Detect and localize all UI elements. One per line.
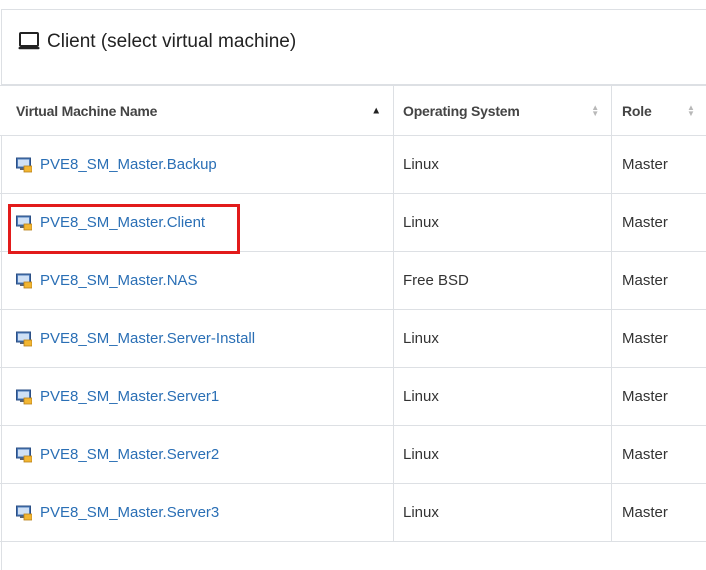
vm-name: PVE8_SM_Master.Client — [40, 214, 206, 231]
virtual-machine-icon — [16, 447, 32, 462]
column-header-vm-name[interactable]: Virtual Machine Name ▲ — [0, 86, 393, 135]
table-row[interactable]: PVE8_SM_Master.Client Linux Master — [0, 194, 706, 252]
vm-name: PVE8_SM_Master.Server1 — [40, 388, 220, 405]
panel-header: Client (select virtual machine) — [2, 10, 706, 85]
vm-name: PVE8_SM_Master.Backup — [40, 156, 217, 173]
virtual-machine-icon — [16, 505, 32, 520]
table-row[interactable]: PVE8_SM_Master.Backup Linux Master — [0, 136, 706, 194]
os-cell: Linux — [393, 310, 611, 367]
role-value: Master — [622, 214, 668, 231]
vm-name: PVE8_SM_Master.Server3 — [40, 504, 220, 521]
role-value: Master — [622, 388, 668, 405]
table-row[interactable]: PVE8_SM_Master.NAS Free BSD Master — [0, 252, 706, 310]
vm-link[interactable]: PVE8_SM_Master.Server3 — [16, 504, 219, 521]
role-value: Master — [622, 504, 668, 521]
role-value: Master — [622, 446, 668, 463]
role-value: Master — [622, 156, 668, 173]
vm-name: PVE8_SM_Master.NAS — [40, 272, 198, 289]
vm-link[interactable]: PVE8_SM_Master.NAS — [16, 272, 198, 289]
column-header-label: Role — [622, 102, 652, 119]
vm-name: PVE8_SM_Master.Server2 — [40, 446, 220, 463]
role-cell: Master — [611, 484, 706, 541]
os-cell: Linux — [393, 368, 611, 425]
role-value: Master — [622, 330, 668, 347]
os-cell: Linux — [393, 136, 611, 193]
vm-name-cell: PVE8_SM_Master.Server3 — [0, 484, 393, 541]
column-header-label: Operating System — [403, 102, 520, 119]
vm-link[interactable]: PVE8_SM_Master.Server-Install — [16, 330, 255, 347]
os-value: Free BSD — [403, 272, 469, 289]
os-cell: Linux — [393, 194, 611, 251]
table-row[interactable]: PVE8_SM_Master.Server1 Linux Master — [0, 368, 706, 426]
sort-both-icon: ▲ ▼ — [591, 102, 599, 118]
os-value: Linux — [403, 388, 439, 405]
vm-link[interactable]: PVE8_SM_Master.Backup — [16, 156, 217, 173]
virtual-machine-icon — [16, 389, 32, 404]
vm-name-cell: PVE8_SM_Master.NAS — [0, 252, 393, 309]
sort-ascending-icon: ▲ — [371, 105, 381, 116]
monitor-icon — [18, 32, 40, 50]
os-cell: Linux — [393, 484, 611, 541]
role-cell: Master — [611, 194, 706, 251]
sort-both-icon: ▲ ▼ — [687, 102, 695, 118]
role-cell: Master — [611, 136, 706, 193]
os-value: Linux — [403, 504, 439, 521]
vm-name-cell: PVE8_SM_Master.Server-Install — [0, 310, 393, 367]
os-value: Linux — [403, 156, 439, 173]
vm-name: PVE8_SM_Master.Server-Install — [40, 330, 256, 347]
os-cell: Free BSD — [393, 252, 611, 309]
vm-name-cell: PVE8_SM_Master.Backup — [0, 136, 393, 193]
column-header-role[interactable]: Role ▲ ▼ — [611, 86, 706, 135]
virtual-machine-icon — [16, 331, 32, 346]
os-value: Linux — [403, 214, 439, 231]
os-value: Linux — [403, 446, 439, 463]
vm-name-cell: PVE8_SM_Master.Server1 — [0, 368, 393, 425]
vm-link[interactable]: PVE8_SM_Master.Server1 — [16, 388, 219, 405]
table-header-row: Virtual Machine Name ▲ Operating System … — [0, 86, 706, 136]
role-cell: Master — [611, 368, 706, 425]
vm-name-cell: PVE8_SM_Master.Client — [0, 194, 393, 251]
role-value: Master — [622, 272, 668, 289]
role-cell: Master — [611, 310, 706, 367]
os-cell: Linux — [393, 426, 611, 483]
virtual-machine-icon — [16, 215, 32, 230]
virtual-machine-icon — [16, 157, 32, 172]
os-value: Linux — [403, 330, 439, 347]
table-row[interactable]: PVE8_SM_Master.Server3 Linux Master — [0, 484, 706, 542]
table-row[interactable]: PVE8_SM_Master.Server-Install Linux Mast… — [0, 310, 706, 368]
column-header-label: Virtual Machine Name — [16, 102, 158, 119]
role-cell: Master — [611, 252, 706, 309]
vm-link[interactable]: PVE8_SM_Master.Client — [16, 214, 205, 231]
table-row[interactable]: PVE8_SM_Master.Server2 Linux Master — [0, 426, 706, 484]
column-header-os[interactable]: Operating System ▲ ▼ — [393, 86, 611, 135]
vm-link[interactable]: PVE8_SM_Master.Server2 — [16, 446, 219, 463]
panel-title: Client (select virtual machine) — [47, 31, 297, 52]
vm-table: Virtual Machine Name ▲ Operating System … — [0, 85, 706, 542]
virtual-machine-icon — [16, 273, 32, 288]
role-cell: Master — [611, 426, 706, 483]
vm-name-cell: PVE8_SM_Master.Server2 — [0, 426, 393, 483]
